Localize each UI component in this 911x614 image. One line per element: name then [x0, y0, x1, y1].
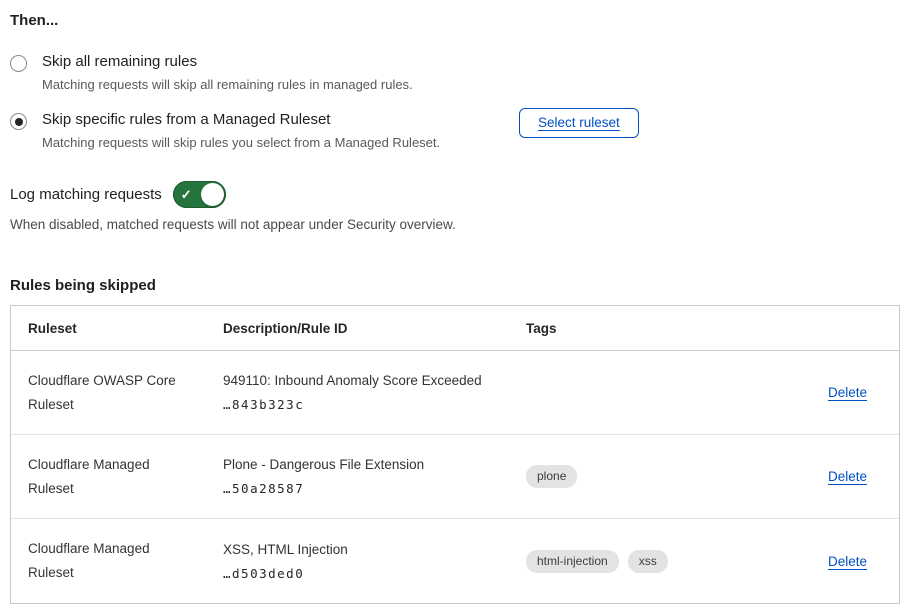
radio-skip-all-rules[interactable]: [10, 55, 27, 72]
rule-id: …d503ded0: [223, 566, 526, 581]
log-matching-label: Log matching requests: [10, 186, 162, 203]
option-skip-all-description: Matching requests will skip all remainin…: [42, 77, 413, 92]
ruleset-name: Cloudflare Managed Ruleset: [28, 537, 223, 584]
table-row: Cloudflare Managed Ruleset XSS, HTML Inj…: [11, 519, 899, 603]
table-header-row: Ruleset Description/Rule ID Tags: [11, 306, 899, 351]
rule-description: 949110: Inbound Anomaly Score Exceeded: [223, 373, 526, 388]
check-icon: ✓: [181, 188, 192, 201]
tags-cell: html-injection xss: [526, 550, 789, 573]
rule-description: Plone - Dangerous File Extension: [223, 457, 526, 472]
option-skip-all-label[interactable]: Skip all remaining rules: [42, 53, 413, 70]
rule-description-cell: Plone - Dangerous File Extension …50a285…: [223, 457, 526, 496]
select-ruleset-button[interactable]: Select ruleset: [519, 108, 639, 138]
toggle-knob: [201, 183, 224, 206]
actions-cell: Delete: [828, 385, 899, 400]
option-skip-all-rules: Skip all remaining rules Matching reques…: [10, 53, 901, 92]
option-skip-specific-rules: Skip specific rules from a Managed Rules…: [10, 111, 901, 150]
rules-table-heading: Rules being skipped: [10, 277, 901, 294]
ruleset-name: Cloudflare Managed Ruleset: [28, 453, 223, 500]
rule-id: …50a28587: [223, 481, 526, 496]
log-matching-description: When disabled, matched requests will not…: [10, 217, 901, 232]
actions-cell: Delete: [828, 469, 899, 484]
tag-badge: plone: [526, 465, 577, 488]
rule-id: …843b323c: [223, 397, 526, 412]
delete-link[interactable]: Delete: [828, 469, 867, 484]
table-row: Cloudflare Managed Ruleset Plone - Dange…: [11, 435, 899, 519]
delete-link[interactable]: Delete: [828, 385, 867, 400]
option-skip-specific-text: Skip specific rules from a Managed Rules…: [42, 111, 440, 150]
rule-description-cell: XSS, HTML Injection …d503ded0: [223, 542, 526, 581]
tag-badge: xss: [628, 550, 668, 573]
then-heading: Then...: [10, 12, 901, 29]
rule-description: XSS, HTML Injection: [223, 542, 526, 557]
rules-table: Ruleset Description/Rule ID Tags Cloudfl…: [10, 305, 900, 604]
option-skip-all-text: Skip all remaining rules Matching reques…: [42, 53, 413, 92]
log-matching-row: Log matching requests ✓: [10, 181, 901, 208]
tags-cell: plone: [526, 465, 789, 488]
option-skip-specific-label[interactable]: Skip specific rules from a Managed Rules…: [42, 111, 440, 128]
tag-badge: html-injection: [526, 550, 619, 573]
actions-cell: Delete: [828, 554, 899, 569]
delete-link[interactable]: Delete: [828, 554, 867, 569]
radio-skip-specific-rules[interactable]: [10, 113, 27, 130]
column-header-ruleset: Ruleset: [28, 321, 223, 336]
column-header-description: Description/Rule ID: [223, 321, 526, 336]
option-skip-specific-description: Matching requests will skip rules you se…: [42, 135, 440, 150]
rule-description-cell: 949110: Inbound Anomaly Score Exceeded ……: [223, 373, 526, 412]
log-matching-toggle[interactable]: ✓: [173, 181, 226, 208]
column-header-tags: Tags: [526, 321, 789, 336]
ruleset-name: Cloudflare OWASP Core Ruleset: [28, 369, 223, 416]
table-row: Cloudflare OWASP Core Ruleset 949110: In…: [11, 351, 899, 435]
